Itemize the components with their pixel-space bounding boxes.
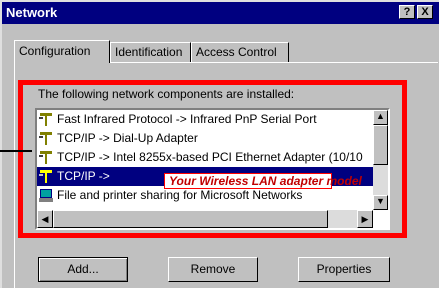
- title-bar[interactable]: Network ? X: [2, 2, 439, 24]
- help-button[interactable]: ?: [399, 5, 415, 19]
- remove-button[interactable]: Remove: [168, 257, 258, 282]
- add-button[interactable]: Add...: [38, 257, 128, 282]
- window-title: Network: [6, 5, 58, 20]
- callout-pointer-line: [0, 150, 32, 152]
- remove-button-label: Remove: [190, 262, 236, 276]
- properties-button-label: Properties: [316, 262, 372, 276]
- properties-button[interactable]: Properties: [298, 257, 390, 282]
- close-button[interactable]: X: [417, 5, 433, 19]
- add-button-label: Add...: [67, 262, 99, 276]
- highlight-frame: [18, 80, 407, 238]
- tab-access-control[interactable]: Access Control: [191, 42, 289, 62]
- tab-identification[interactable]: Identification: [110, 42, 191, 62]
- tab-configuration[interactable]: Configuration: [14, 40, 110, 63]
